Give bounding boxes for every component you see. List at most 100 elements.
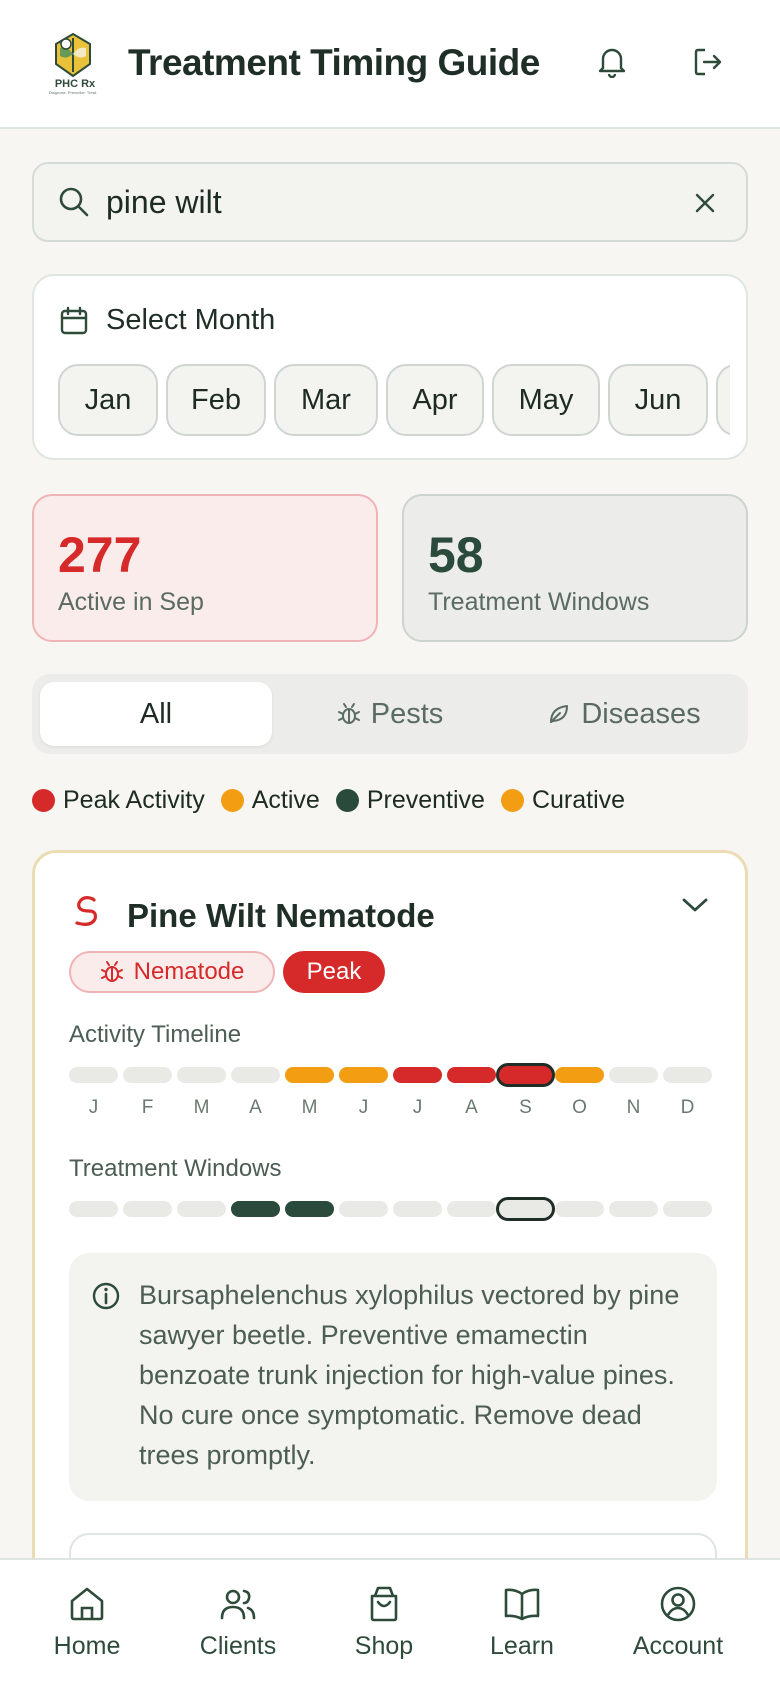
preventive-dot-icon: [335, 789, 359, 812]
month-picker-header: Select Month: [60, 304, 275, 337]
timeline-segment: [393, 1067, 442, 1083]
timeline-segment: [663, 1201, 712, 1217]
month-letter: J: [88, 1097, 99, 1118]
leaf-logo-icon: [55, 32, 91, 78]
nav-clients[interactable]: Clients: [173, 1584, 303, 1661]
month-chip-jul[interactable]: Jul: [716, 364, 730, 436]
month-chip-mar[interactable]: Mar: [274, 364, 378, 436]
timeline-segment: [69, 1067, 118, 1083]
pest-note: Bursaphelenchus xylophilus vectored by p…: [139, 1280, 680, 1470]
app-header: PHC Rx Diagnose. Prescribe. Treat. Treat…: [0, 0, 780, 129]
timeline-segment: [339, 1201, 388, 1217]
legend-item: Preventive: [335, 786, 485, 815]
type-badge-label: Nematode: [133, 958, 245, 985]
pest-note-box: Bursaphelenchus xylophilus vectored by p…: [69, 1253, 717, 1501]
timeline-segment: [555, 1201, 604, 1217]
tab-all[interactable]: All: [40, 682, 272, 746]
nav-clients-label: Clients: [199, 1632, 277, 1660]
month-chip-may[interactable]: May: [492, 364, 600, 436]
month-letter: A: [465, 1097, 478, 1118]
search-input[interactable]: [106, 180, 666, 224]
timeline-segment: [123, 1201, 172, 1217]
timeline-segment: [609, 1067, 658, 1083]
activity-timeline-label: Activity Timeline: [69, 1021, 242, 1048]
tab-pests[interactable]: Pests: [274, 682, 506, 746]
month-picker-card: Select Month Jan Feb Mar Apr May Jun Jul: [32, 274, 748, 460]
app-logo: PHC Rx Diagnose. Prescribe. Treat.: [44, 30, 102, 96]
search-icon: [58, 186, 90, 223]
month-chip-jun[interactable]: Jun: [608, 364, 708, 436]
timeline-segment: [285, 1067, 334, 1083]
treatment-windows-timeline-label: Treatment Windows: [69, 1155, 282, 1182]
notifications-button[interactable]: [592, 42, 632, 82]
logo-text: PHC Rx: [54, 78, 96, 90]
timeline-segment: [123, 1067, 172, 1083]
logout-button[interactable]: [688, 42, 728, 82]
timeline-segment: [231, 1067, 280, 1083]
book-icon: [504, 1588, 540, 1621]
nav-shop-label: Shop: [354, 1632, 414, 1660]
legend-label: Preventive: [366, 786, 485, 814]
timeline-segment: [285, 1201, 334, 1217]
active-count-label: Active in Sep: [58, 588, 204, 616]
legend-item: Curative: [500, 786, 625, 815]
treatment-windows-count: 58: [428, 527, 484, 583]
close-icon: [695, 193, 715, 213]
timeline-segment: [447, 1067, 496, 1083]
nav-account[interactable]: Account: [613, 1584, 743, 1661]
tab-diseases[interactable]: Diseases: [508, 682, 740, 746]
shopping-bag-icon: [370, 1586, 398, 1622]
timeline-segment: [496, 1063, 555, 1087]
active-count: 277: [58, 527, 142, 583]
month-letter: A: [249, 1097, 262, 1118]
activity-timeline-bar: [69, 1063, 719, 1087]
legend-label: Active: [251, 786, 320, 814]
page-title: Treatment Timing Guide: [128, 42, 540, 83]
month-letter: N: [626, 1097, 641, 1118]
timeline-segment: [496, 1197, 555, 1221]
curative-dot-icon: [500, 789, 524, 812]
leaf-icon: [550, 705, 569, 723]
info-icon: [91, 1281, 121, 1316]
expand-button[interactable]: [681, 895, 709, 920]
clear-search-button[interactable]: [688, 186, 722, 220]
legend-item: Peak Activity: [32, 786, 205, 815]
timeline-segment: [177, 1067, 226, 1083]
nav-home[interactable]: Home: [22, 1584, 152, 1661]
user-circle-icon: [660, 1586, 696, 1622]
nav-shop[interactable]: Shop: [319, 1584, 449, 1661]
month-chip-feb[interactable]: Feb: [166, 364, 266, 436]
month-letter: M: [301, 1097, 318, 1118]
home-icon: [70, 1587, 104, 1621]
month-picker-label: Select Month: [106, 304, 276, 336]
timeline-segment: [231, 1201, 280, 1217]
treatment-windows-bar: [69, 1197, 719, 1221]
month-chip-apr[interactable]: Apr: [386, 364, 484, 436]
treatment-windows-card: 58 Treatment Windows: [402, 494, 748, 642]
calendar-icon: [60, 306, 88, 334]
pest-title: Pine Wilt Nematode: [127, 897, 435, 934]
month-letter: J: [412, 1097, 423, 1118]
month-chip-jan[interactable]: Jan: [58, 364, 158, 436]
month-letter: M: [193, 1097, 210, 1118]
bottom-nav: Home Clients Shop Learn Account: [0, 1558, 780, 1688]
treatment-windows-label: Treatment Windows: [428, 588, 650, 616]
nav-learn-label: Learn: [490, 1632, 554, 1660]
nav-account-label: Account: [632, 1632, 724, 1660]
nav-home-label: Home: [53, 1632, 121, 1660]
timeline-segment: [393, 1201, 442, 1217]
timeline-segment: [663, 1067, 712, 1083]
peak-dot-icon: [32, 789, 55, 812]
legend: Peak Activity Active Preventive Curative: [32, 786, 641, 815]
search-bar: [32, 162, 748, 242]
active-dot-icon: [220, 789, 244, 812]
users-icon: [220, 1589, 256, 1620]
bug-icon: [100, 961, 123, 982]
worm-icon: [69, 893, 105, 934]
timeline-segment: [69, 1201, 118, 1217]
nav-learn[interactable]: Learn: [457, 1584, 587, 1661]
tab-diseases-label: Diseases: [581, 697, 701, 730]
legend-item: Active: [220, 786, 320, 815]
month-letter: J: [358, 1097, 369, 1118]
timeline-segment: [447, 1201, 496, 1217]
